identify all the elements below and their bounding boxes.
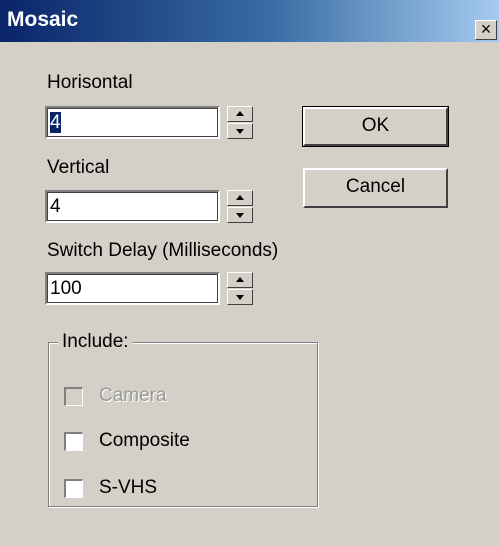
vertical-spin-up-button[interactable] xyxy=(227,190,253,206)
arrow-up-icon xyxy=(236,195,244,200)
close-icon: × xyxy=(480,19,492,39)
ok-button-label: OK xyxy=(361,115,390,136)
switch-delay-value: 100 xyxy=(50,278,82,299)
vertical-value: 4 xyxy=(50,196,61,217)
svhs-checkbox[interactable] xyxy=(64,479,83,498)
include-groupbox xyxy=(48,342,318,507)
title-bar[interactable]: Mosaic xyxy=(0,0,499,42)
horizontal-spin-down-button[interactable] xyxy=(227,123,253,139)
composite-checkbox[interactable] xyxy=(64,432,83,451)
switch-delay-label: Switch Delay (Milliseconds) xyxy=(47,240,279,261)
horizontal-input[interactable]: 4 xyxy=(45,106,220,139)
horizontal-value: 4 xyxy=(50,112,61,133)
switch-delay-spinner[interactable] xyxy=(227,272,253,305)
vertical-label: Vertical xyxy=(47,157,110,178)
arrow-down-icon xyxy=(236,213,244,218)
switch-delay-spin-up-button[interactable] xyxy=(227,272,253,288)
close-button[interactable]: × xyxy=(475,20,497,40)
vertical-spin-down-button[interactable] xyxy=(227,207,253,223)
vertical-input[interactable]: 4 xyxy=(45,190,220,223)
arrow-up-icon xyxy=(236,277,244,282)
arrow-down-icon xyxy=(236,295,244,300)
window-title: Mosaic xyxy=(7,8,79,31)
horizontal-spin-up-button[interactable] xyxy=(227,106,253,122)
arrow-up-icon xyxy=(236,111,244,116)
composite-label: Composite xyxy=(99,430,190,451)
camera-checkbox[interactable] xyxy=(64,387,83,406)
switch-delay-spin-down-button[interactable] xyxy=(227,289,253,305)
ok-button[interactable]: OK xyxy=(302,106,449,147)
svhs-label: S-VHS xyxy=(99,477,158,498)
horizontal-spinner[interactable] xyxy=(227,106,253,139)
cancel-button[interactable]: Cancel xyxy=(303,168,448,208)
horizontal-label: Horisontal xyxy=(47,72,133,93)
switch-delay-input[interactable]: 100 xyxy=(45,272,220,305)
include-legend: Include: xyxy=(58,331,133,353)
vertical-spinner[interactable] xyxy=(227,190,253,223)
arrow-down-icon xyxy=(236,129,244,134)
cancel-button-label: Cancel xyxy=(345,176,406,197)
camera-label: Camera xyxy=(99,385,167,406)
